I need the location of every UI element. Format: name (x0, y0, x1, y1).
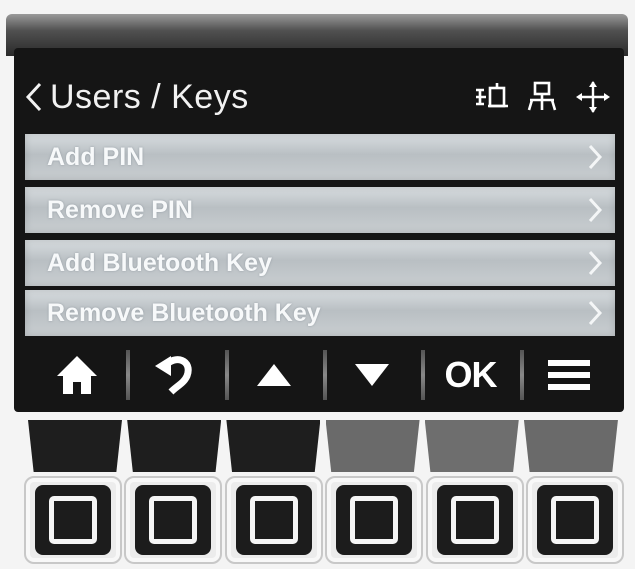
toolbar: OK (28, 344, 618, 406)
status-icons (472, 80, 612, 114)
square-icon (149, 496, 198, 544)
indicator-light (523, 420, 618, 472)
chevron-right-icon (588, 144, 603, 170)
ok-label: OK (444, 354, 497, 395)
square-icon (49, 496, 97, 544)
down-button[interactable] (322, 344, 421, 406)
screen-header: Users / Keys (24, 70, 616, 124)
chevron-right-icon (588, 197, 603, 223)
physical-key-4[interactable] (325, 476, 424, 564)
indicator-light (226, 420, 321, 472)
physical-key-5[interactable] (425, 476, 524, 564)
hamburger-icon (547, 360, 590, 390)
chevron-left-icon (25, 82, 42, 112)
indicator-strip (28, 420, 618, 472)
menu-item-label: Remove Bluetooth Key (47, 298, 321, 327)
square-icon (249, 496, 298, 544)
home-icon (57, 356, 98, 394)
key-face (135, 485, 212, 555)
home-button[interactable] (28, 344, 126, 406)
indicator-light (28, 420, 122, 472)
menu-item-remove-bluetooth-key[interactable]: Remove Bluetooth Key (25, 290, 615, 336)
ok-button[interactable]: OK (421, 344, 519, 406)
chevron-right-icon (588, 250, 603, 276)
up-button[interactable] (224, 344, 323, 406)
menu-button[interactable] (519, 344, 618, 406)
menu-item-add-pin[interactable]: Add PIN (25, 134, 615, 180)
key-face (35, 485, 111, 555)
indicator-light (424, 420, 519, 472)
physical-key-3[interactable] (224, 476, 323, 564)
up-arrow-icon (256, 364, 291, 386)
return-icon (155, 356, 193, 395)
square-icon (450, 496, 499, 544)
chevron-right-icon (588, 300, 603, 326)
indicator-light (127, 420, 222, 472)
user-bracket-icon (476, 83, 508, 108)
menu-item-label: Remove PIN (47, 195, 193, 224)
menu-list: Add PIN Remove PIN Add Bluetooth Key Rem… (25, 124, 615, 340)
square-icon (550, 496, 599, 544)
menu-item-add-bluetooth-key[interactable]: Add Bluetooth Key (25, 240, 615, 286)
menu-item-label: Add Bluetooth Key (47, 248, 272, 277)
down-arrow-icon (355, 364, 390, 386)
menu-item-label: Add PIN (47, 142, 145, 171)
physical-key-6[interactable] (525, 476, 624, 564)
back-button[interactable]: Users / Keys (24, 78, 249, 117)
key-face (235, 485, 312, 555)
key-face (436, 485, 513, 555)
network-icon (527, 81, 557, 111)
physical-key-2[interactable] (124, 476, 223, 564)
key-face (536, 485, 613, 555)
physical-key-1[interactable] (24, 476, 122, 564)
return-button[interactable] (126, 344, 224, 406)
physical-keys (24, 476, 624, 564)
indicator-light (325, 420, 420, 472)
move-arrows-icon (576, 81, 610, 113)
square-icon (350, 496, 399, 544)
key-face (336, 485, 413, 555)
menu-item-remove-pin[interactable]: Remove PIN (25, 187, 615, 233)
page-title: Users / Keys (50, 77, 249, 116)
